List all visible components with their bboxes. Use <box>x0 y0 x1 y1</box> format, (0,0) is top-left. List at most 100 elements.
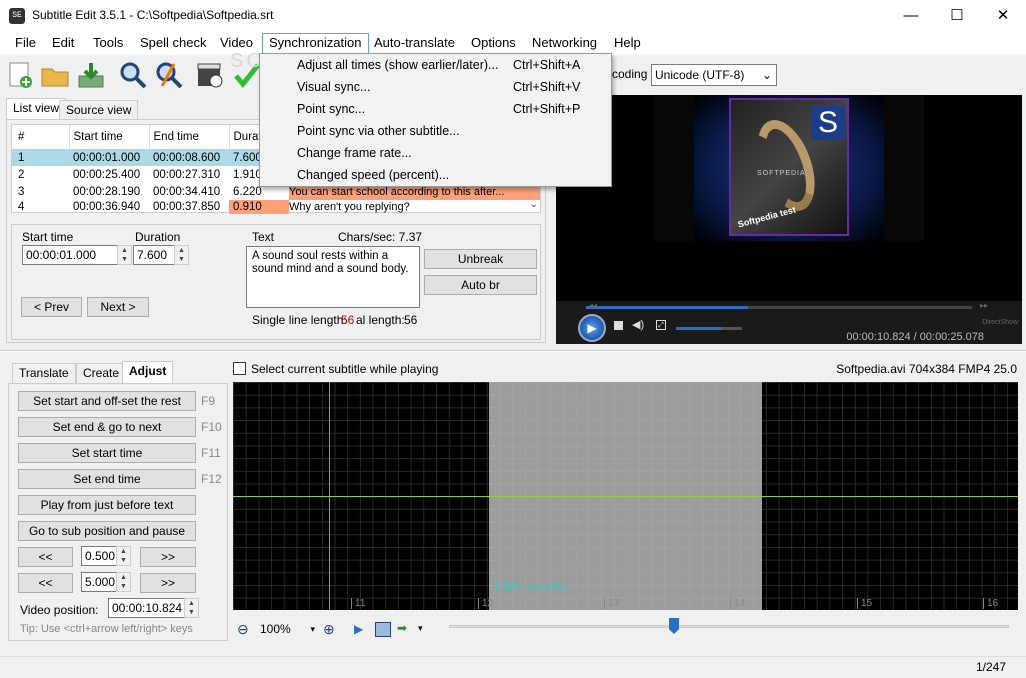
fast-forward-icon[interactable]: ▸▸ <box>980 301 988 310</box>
zoom-select[interactable]: 100% ▾ <box>257 620 319 640</box>
minimize-button[interactable]: — <box>888 0 934 31</box>
duration-field[interactable]: 7.600 <box>133 245 175 265</box>
volume-icon[interactable]: ◀) <box>632 318 644 331</box>
total-length-label: al length: <box>356 313 405 327</box>
step-large-field[interactable]: 5.000 <box>81 572 117 592</box>
menu-bar: File Edit Tools Spell check Video Synchr… <box>0 31 1026 55</box>
auto-br-button[interactable]: Auto br <box>424 275 537 295</box>
stop-icon[interactable] <box>614 321 623 330</box>
chars-per-sec: Chars/sec: 7.37 <box>338 230 423 244</box>
waveform-view[interactable]: 2.167 seconds <box>233 382 1018 610</box>
zoom-out-icon[interactable]: ⊖ <box>237 621 249 638</box>
start-time-spinner[interactable]: ▲ ▼ <box>117 245 132 265</box>
play-waveform-icon[interactable]: ▶ <box>354 622 363 636</box>
menu-item-adjust-all-times[interactable]: Adjust all times (show earlier/later)...… <box>260 54 611 76</box>
forward-large-button[interactable]: >> <box>140 573 196 593</box>
menu-networking[interactable]: Networking <box>532 35 597 53</box>
splitter[interactable] <box>0 350 1026 352</box>
set-end-next-button[interactable]: Set end & go to next <box>18 417 196 437</box>
next-button[interactable]: Next > <box>87 297 149 317</box>
file-info: Softpedia.avi 704x384 FMP4 25.0 <box>836 362 1017 376</box>
menu-item-visual-sync[interactable]: Visual sync... Ctrl+Shift+V <box>260 76 611 98</box>
play-before-button[interactable]: Play from just before text <box>18 495 196 515</box>
cover-brand: SOFTPEDIA <box>757 170 806 177</box>
menu-spell-check[interactable]: Spell check <box>140 35 206 53</box>
back-large-button[interactable]: << <box>18 573 73 593</box>
tab-translate[interactable]: Translate <box>12 363 76 383</box>
fullscreen-icon[interactable]: ⤢ <box>656 320 666 330</box>
menu-tools[interactable]: Tools <box>93 35 123 53</box>
save-download-icon[interactable] <box>76 60 106 90</box>
set-start-time-button[interactable]: Set start time <box>18 443 196 463</box>
menu-auto-translate[interactable]: Auto-translate <box>374 35 455 53</box>
waveform-baseline <box>233 496 1018 497</box>
scroll-down-icon[interactable]: ⌄ <box>530 199 538 210</box>
menu-item-point-sync[interactable]: Point sync... Ctrl+Shift+P <box>260 98 611 120</box>
menu-item-change-speed[interactable]: Changed speed (percent)... <box>260 164 611 186</box>
menu-item-point-sync-other[interactable]: Point sync via other subtitle... <box>260 120 611 142</box>
text-label: Text <box>252 230 275 244</box>
zoom-dropdown-icon: ▾ <box>310 624 315 634</box>
prev-button[interactable]: < Prev <box>21 297 82 317</box>
unbreak-button[interactable]: Unbreak <box>424 249 537 269</box>
slider-thumb[interactable] <box>669 618 679 634</box>
row-end: 00:00:27.310 <box>153 168 221 181</box>
tab-list-view[interactable]: List view <box>6 98 67 120</box>
menu-edit[interactable]: Edit <box>52 35 74 53</box>
spectrogram-icon[interactable] <box>375 622 391 637</box>
menu-file[interactable]: File <box>15 35 36 53</box>
menu-item-change-frame-rate[interactable]: Change frame rate... <box>260 142 611 164</box>
set-end-time-button[interactable]: Set end time <box>18 469 196 489</box>
header-start-time[interactable]: Start time <box>69 125 150 149</box>
seek-bar[interactable] <box>586 306 972 309</box>
options-dropdown-icon[interactable]: ▾ <box>418 623 423 634</box>
select-current-checkbox[interactable] <box>233 362 246 375</box>
row-start: 00:00:28.190 <box>73 185 141 198</box>
video-area[interactable]: S SOFTPEDIA Softpedia test <box>556 95 1022 301</box>
tab-adjust[interactable]: Adjust <box>122 361 174 383</box>
status-bar: 1/247 <box>0 656 1026 678</box>
new-file-icon[interactable] <box>6 60 36 90</box>
encoding-select[interactable]: Unicode (UTF-8) ⌄ <box>651 64 777 86</box>
menu-item-label: Change frame rate... <box>297 146 412 160</box>
replace-icon[interactable] <box>154 60 184 90</box>
waveform-scroll-slider[interactable] <box>449 625 1009 628</box>
step-small-field[interactable]: 0.500 <box>81 546 117 566</box>
zoom-value: 100% <box>260 622 291 636</box>
tab-create[interactable]: Create <box>76 363 127 383</box>
video-position-spinner[interactable]: ▲ ▼ <box>184 598 199 618</box>
play-icon[interactable]: ▶ <box>578 314 606 342</box>
header-end-time[interactable]: End time <box>149 125 230 149</box>
menu-item-label: Point sync via other subtitle... <box>297 124 460 138</box>
find-icon[interactable] <box>118 60 148 90</box>
visual-sync-icon[interactable] <box>196 60 226 90</box>
zoom-in-icon[interactable]: ⊕ <box>323 621 335 638</box>
subtitle-count: 1/247 <box>975 660 1006 674</box>
total-length-value: 56 <box>404 313 418 327</box>
video-position-field[interactable]: 00:00:10.824 <box>108 598 185 618</box>
single-line-length-label: Single line length: <box>252 313 347 327</box>
volume-slider[interactable] <box>676 327 742 330</box>
cover-caption: Softpedia test <box>736 204 797 230</box>
tab-source-view[interactable]: Source view <box>59 100 139 120</box>
subtitle-text-area[interactable]: A sound soul rests within a sound mind a… <box>246 246 420 308</box>
table-row[interactable]: 4 00:00:36.940 00:00:37.850 0.910 Why ar… <box>12 200 540 214</box>
go-to-sub-button[interactable]: Go to sub position and pause <box>18 521 196 541</box>
open-folder-icon[interactable] <box>40 60 70 90</box>
forward-small-button[interactable]: >> <box>140 547 196 567</box>
tick-label: 15 <box>857 598 872 609</box>
start-time-field[interactable]: 00:00:01.000 <box>22 245 118 265</box>
back-small-button[interactable]: << <box>18 547 73 567</box>
set-start-offset-button[interactable]: Set start and off-set the rest <box>18 391 196 411</box>
step-small-spinner[interactable]: ▲ ▼ <box>116 546 131 566</box>
rewind-icon[interactable]: ◂◂ <box>589 301 597 310</box>
menu-help[interactable]: Help <box>614 35 641 53</box>
header-number[interactable]: # <box>12 125 70 149</box>
menu-item-label: Adjust all times (show earlier/later)... <box>297 58 499 72</box>
forward-arrows-icon[interactable]: ➡ <box>397 621 407 635</box>
menu-options[interactable]: Options <box>471 35 516 53</box>
close-button[interactable]: ✕ <box>980 0 1026 31</box>
step-large-spinner[interactable]: ▲ ▼ <box>116 572 131 592</box>
maximize-button[interactable]: ☐ <box>934 0 980 31</box>
duration-spinner[interactable]: ▲ ▼ <box>174 245 189 265</box>
